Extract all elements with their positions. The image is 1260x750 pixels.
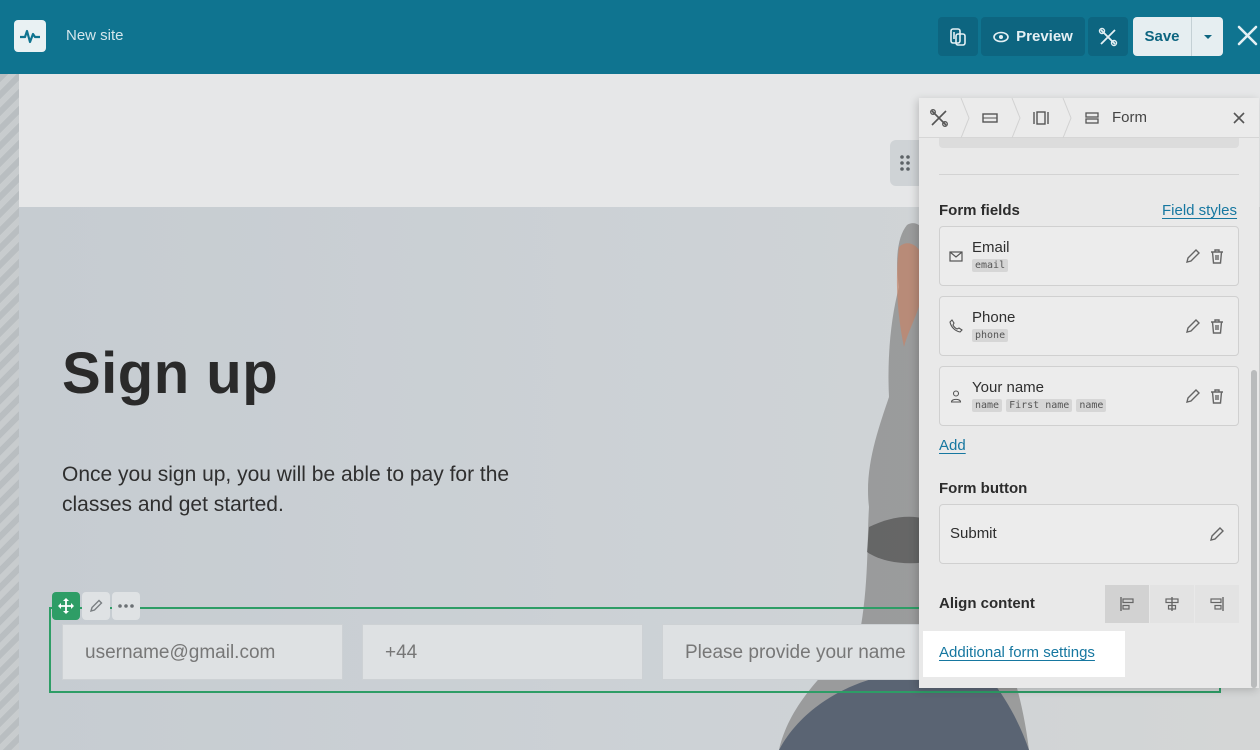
- pencil-icon[interactable]: [1184, 317, 1202, 335]
- hero-description[interactable]: Once you sign up, you will be able to pa…: [62, 460, 562, 520]
- site-name[interactable]: New site: [66, 27, 124, 44]
- form-settings-panel: Form Form fields Field styles Email emai…: [919, 98, 1259, 688]
- save-options-button[interactable]: [1192, 17, 1223, 56]
- close-editor-icon[interactable]: [1234, 22, 1260, 50]
- field-name: Your name: [972, 379, 1044, 396]
- grip-icon: [900, 155, 910, 171]
- save-button[interactable]: Save: [1133, 17, 1192, 56]
- logo-icon[interactable]: [14, 20, 46, 52]
- page-margin: [0, 74, 19, 750]
- email-input[interactable]: username@gmail.com: [62, 624, 343, 680]
- name-input[interactable]: Please provide your name: [662, 624, 943, 680]
- align-content-title: Align content: [939, 595, 1035, 612]
- align-center-icon: [1165, 597, 1179, 611]
- field-tag: email: [972, 259, 1009, 272]
- eye-icon: [993, 31, 1009, 42]
- form-field-card-phone[interactable]: Phone phone: [939, 296, 1239, 356]
- crumb-design-icon[interactable]: [929, 108, 949, 128]
- field-tag: name: [1076, 399, 1107, 412]
- save-button-group: Save: [1133, 17, 1223, 56]
- tools-icon: [1098, 27, 1118, 46]
- pencil-icon[interactable]: [1208, 525, 1226, 543]
- more-options-button[interactable]: [112, 592, 140, 620]
- pencil-icon[interactable]: [1184, 387, 1202, 405]
- form-field-card-name[interactable]: Your name name First name name: [939, 366, 1239, 426]
- preview-button[interactable]: Preview: [981, 17, 1085, 56]
- align-left-button[interactable]: [1104, 585, 1149, 623]
- align-right-button[interactable]: [1194, 585, 1239, 623]
- align-toggle-group: [1104, 585, 1239, 623]
- collapsed-field: [939, 138, 1239, 148]
- crumb-form-label: Form: [1112, 109, 1147, 126]
- pencil-icon: [89, 599, 103, 613]
- align-left-icon: [1120, 597, 1134, 611]
- panel-scrollbar[interactable]: [1251, 370, 1257, 688]
- preview-label: Preview: [1016, 28, 1073, 45]
- crumb-section-icon[interactable]: [981, 108, 999, 128]
- paint-icon: [950, 27, 966, 46]
- trash-icon[interactable]: [1208, 247, 1226, 265]
- block-toolbar: [52, 592, 140, 620]
- design-tools-button[interactable]: [1088, 17, 1128, 56]
- divider: [939, 174, 1239, 175]
- crumb-separator: [960, 98, 970, 138]
- additional-settings-highlight: Additional form settings: [923, 631, 1125, 677]
- field-tag: First name: [1006, 399, 1073, 412]
- crumb-column-icon[interactable]: [1032, 108, 1050, 128]
- close-panel-icon[interactable]: [1232, 111, 1246, 125]
- ellipsis-icon: [118, 604, 134, 608]
- form-button-title: Form button: [939, 480, 1028, 497]
- field-styles-link[interactable]: Field styles: [1162, 202, 1237, 219]
- person-icon: [950, 390, 962, 403]
- additional-form-settings-link[interactable]: Additional form settings: [939, 644, 1095, 661]
- move-block-button[interactable]: [52, 592, 80, 620]
- top-bar: New site Preview Save: [0, 0, 1260, 74]
- form-field-card-email[interactable]: Email email: [939, 226, 1239, 286]
- align-right-icon: [1210, 597, 1224, 611]
- page-title[interactable]: Sign up: [62, 340, 278, 407]
- caret-down-icon: [1203, 34, 1212, 39]
- field-tag: name: [972, 399, 1003, 412]
- crumb-form-icon: [1085, 112, 1099, 124]
- phone-input[interactable]: +44: [362, 624, 643, 680]
- panel-breadcrumb: Form: [919, 98, 1259, 138]
- phone-icon: [949, 319, 963, 333]
- edit-block-button[interactable]: [82, 592, 110, 620]
- crumb-separator: [1062, 98, 1072, 138]
- align-center-button[interactable]: [1149, 585, 1194, 623]
- trash-icon[interactable]: [1208, 387, 1226, 405]
- trash-icon[interactable]: [1208, 317, 1226, 335]
- crumb-separator: [1011, 98, 1021, 138]
- envelope-icon: [949, 251, 963, 262]
- pencil-icon[interactable]: [1184, 247, 1202, 265]
- submit-label: Submit: [950, 525, 997, 542]
- style-palette-button[interactable]: [938, 17, 978, 56]
- submit-button-card[interactable]: Submit: [939, 504, 1239, 564]
- move-icon: [58, 598, 74, 614]
- form-fields-title: Form fields: [939, 202, 1020, 219]
- add-field-link[interactable]: Add: [939, 437, 966, 454]
- field-name: Email: [972, 239, 1010, 256]
- section-drag-handle[interactable]: [890, 140, 920, 186]
- field-name: Phone: [972, 309, 1016, 326]
- field-tag: phone: [972, 329, 1009, 342]
